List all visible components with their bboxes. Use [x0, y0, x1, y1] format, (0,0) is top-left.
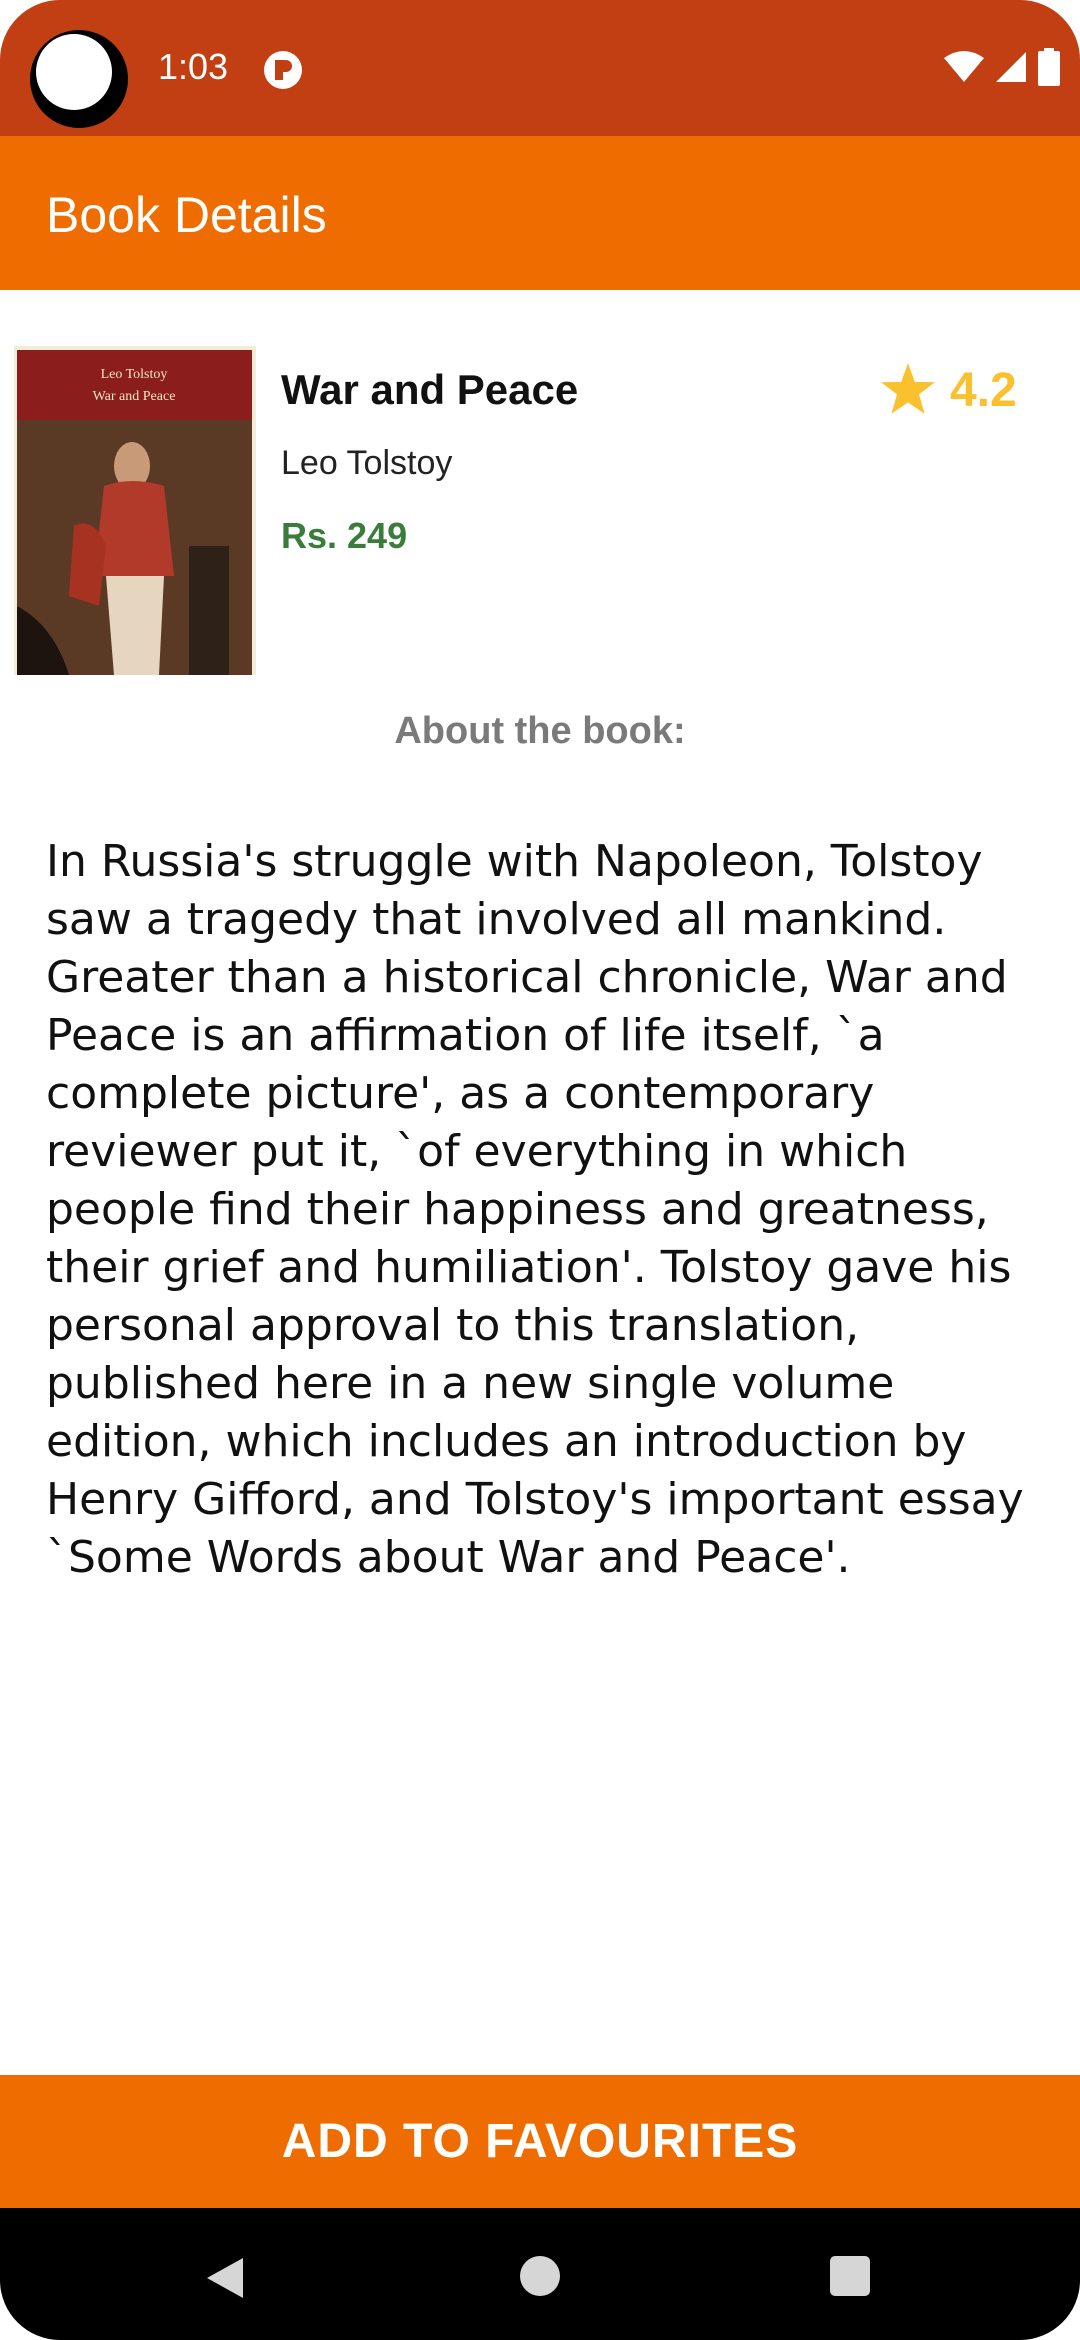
- app-bar: Book Details: [0, 136, 1080, 290]
- camera-cutout: [30, 30, 128, 128]
- page-title: Book Details: [46, 187, 327, 243]
- app-notification-icon: [264, 51, 302, 89]
- battery-icon: [1038, 48, 1060, 86]
- home-icon[interactable]: [520, 2256, 560, 2296]
- rating-value: 4.2: [950, 363, 1017, 417]
- star-icon: [881, 363, 935, 414]
- book-author: Leo Tolstoy: [281, 444, 453, 482]
- status-time: 1:03: [158, 46, 229, 87]
- navigation-bar: [0, 2208, 1080, 2340]
- book-rating: 4.2: [880, 360, 1017, 420]
- cover-line-2: War and Peace: [93, 389, 176, 404]
- recents-icon[interactable]: [830, 2256, 870, 2296]
- screen: 1:03 Book Details Leo Tolstoy War and Pe…: [0, 0, 1080, 2340]
- status-icons: [944, 44, 1060, 90]
- book-cover-image: Leo Tolstoy War and Peace: [14, 346, 256, 675]
- book-description: In Russia's struggle with Napoleon, Tols…: [46, 836, 1024, 1583]
- back-icon[interactable]: [205, 2256, 245, 2300]
- camera-cutout-inner: [36, 34, 112, 110]
- book-price: Rs. 249: [281, 515, 408, 556]
- book-cover-art: Leo Tolstoy War and Peace: [14, 346, 256, 675]
- status-bar: 1:03: [0, 0, 1080, 136]
- wifi-icon: [944, 51, 984, 82]
- book-title: War and Peace: [281, 366, 579, 413]
- signal-icon: [996, 52, 1026, 82]
- about-heading: About the book:: [394, 710, 686, 752]
- add-to-favourites-button[interactable]: ADD TO FAVOURITES: [0, 2075, 1080, 2208]
- cover-line-1: Leo Tolstoy: [101, 367, 168, 382]
